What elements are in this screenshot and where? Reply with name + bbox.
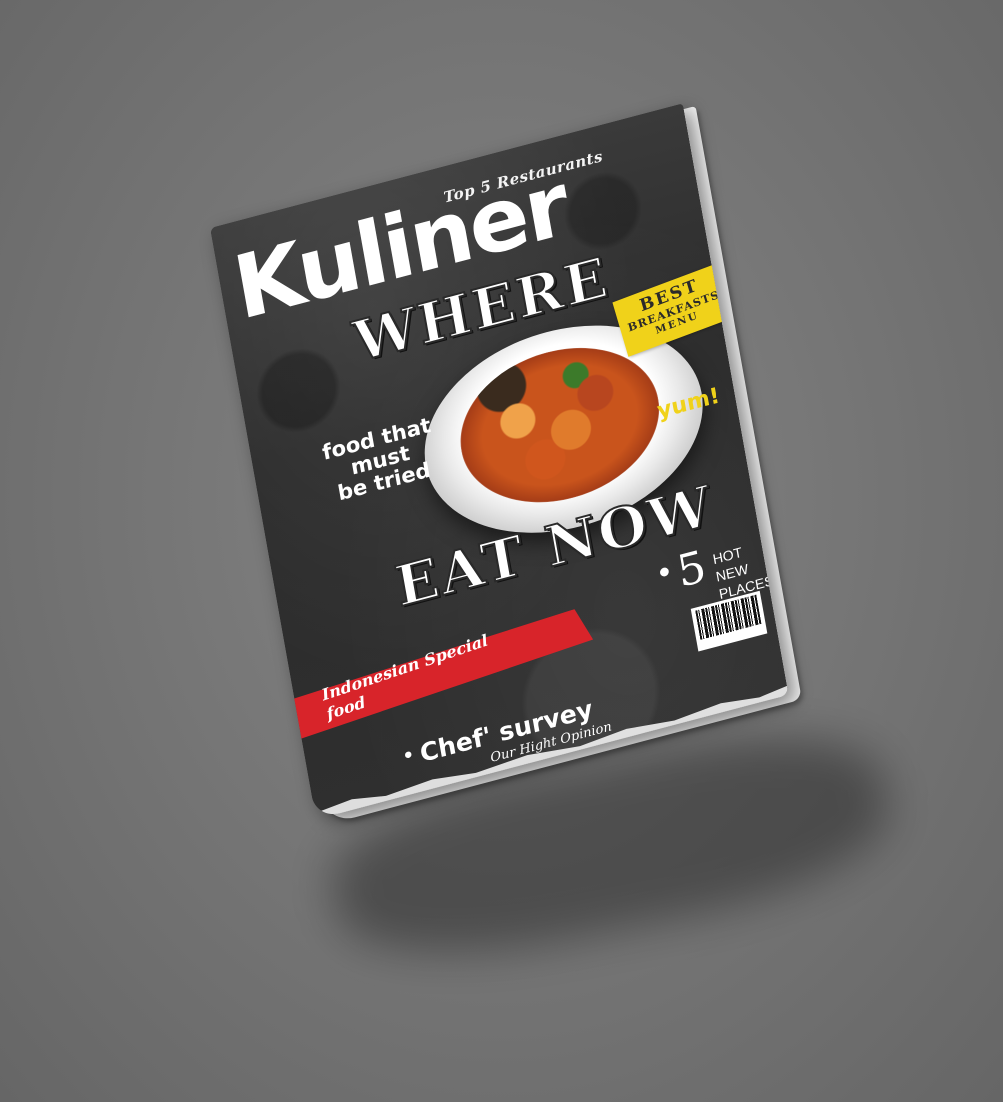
scene: { "magazine": { "kicker": "Top 5 Restaur… (0, 0, 1003, 1102)
bullet-icon: • (400, 744, 416, 768)
magazine-cover: Top 5 Restaurants Kuliner WHERE food tha… (210, 103, 789, 820)
